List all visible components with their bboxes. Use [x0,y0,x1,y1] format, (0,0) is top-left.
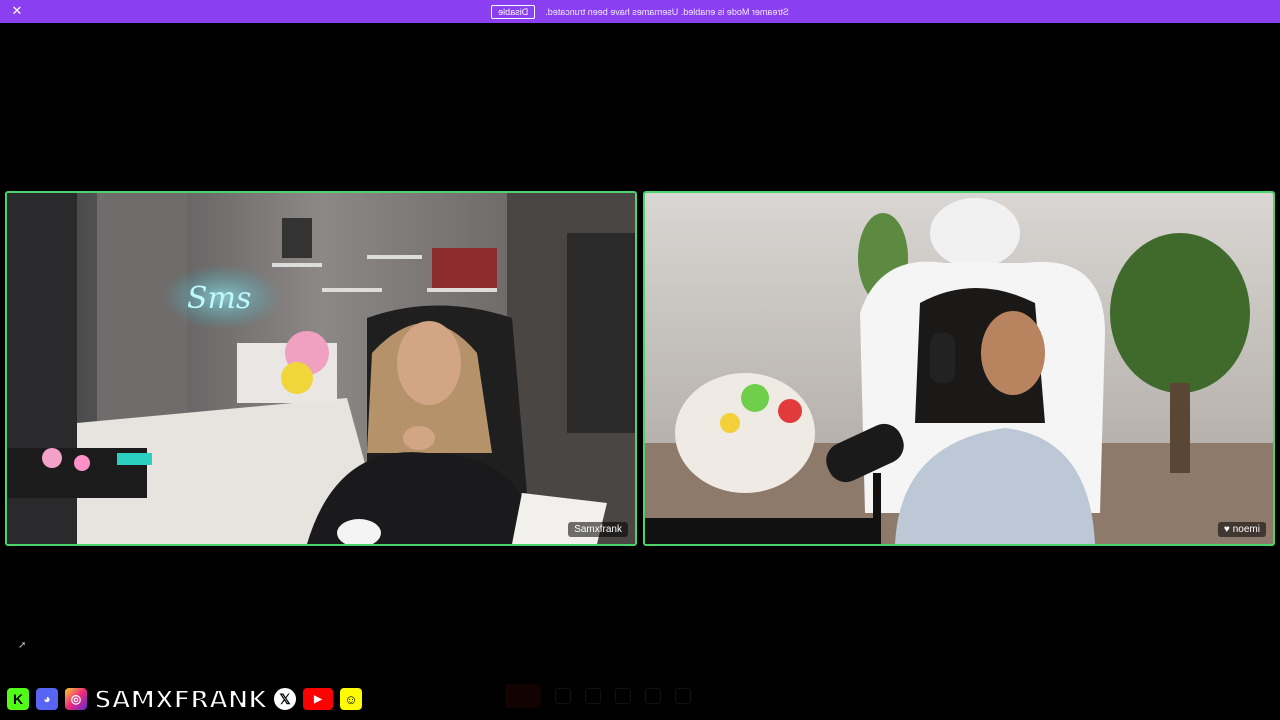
participant-name-tag: Samxfrank [568,522,628,537]
participant-name-tag: ♥ noemi [1217,522,1266,537]
social-overlay: K ◕ ◎ SAMXFRANK 𝕏 ▶ ☺ [5,683,364,715]
mic-icon[interactable] [555,688,571,704]
youtube-icon: ▶ [300,686,335,712]
settings-icon[interactable] [645,688,661,704]
mouse-cursor-icon: ➚ [18,640,27,651]
social-handle: SAMXFRANK [93,684,268,715]
heart-icon: ♥ [1223,524,1230,535]
video-tile-noemi[interactable]: ♥ noemi [643,191,1275,546]
participant-name: Samxfrank [574,524,622,535]
instagram-icon: ◎ [63,686,89,712]
video-feed-bedroom: Sms [7,193,635,544]
leave-call-button[interactable] [505,684,541,708]
video-feed-gaming-room [645,193,1273,544]
kick-icon: K [5,686,31,712]
discord-icon: ◕ [34,686,60,712]
neon-sign: Sms [187,281,251,316]
banner-content: Streamer Mode is enabled. Usernames have… [0,0,1280,23]
camera-icon[interactable] [585,688,601,704]
streamer-mode-banner: ✕ Streamer Mode is enabled. Usernames ha… [0,0,1280,23]
x-icon: 𝕏 [271,686,298,712]
call-controls [505,682,785,710]
banner-message: Streamer Mode is enabled. Usernames have… [545,6,789,17]
disable-button[interactable]: Disable [491,4,536,19]
video-tile-samxfrank[interactable]: Sms Samxfrank [5,191,637,546]
snapchat-icon: ☺ [337,686,364,712]
participant-name: noemi [1232,524,1260,535]
screen-share-icon[interactable] [615,688,631,704]
more-icon[interactable] [675,688,691,704]
